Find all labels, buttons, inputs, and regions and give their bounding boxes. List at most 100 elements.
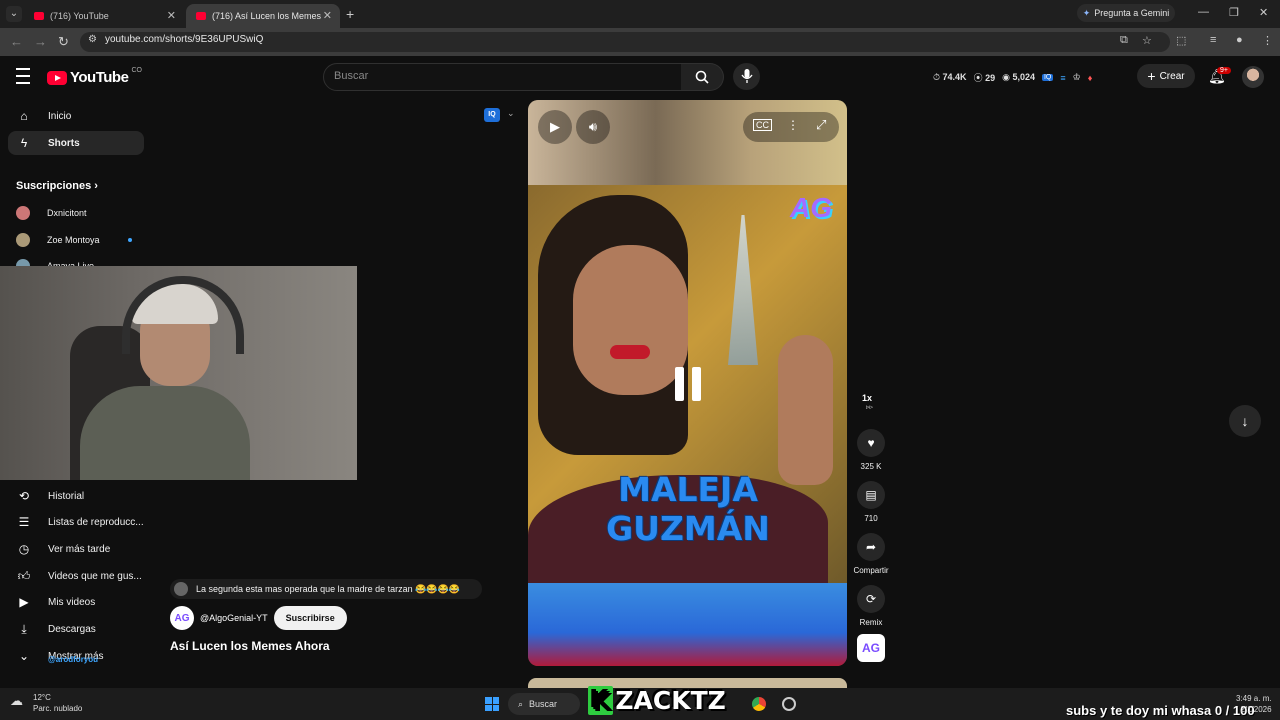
reading-list-icon[interactable]: ≡ xyxy=(1210,34,1216,46)
subscriptions-heading[interactable]: Suscripciones › xyxy=(16,180,98,192)
remix-button[interactable]: ⟳ xyxy=(857,585,885,613)
search-button[interactable] xyxy=(681,63,724,91)
create-button[interactable]: + Crear xyxy=(1137,64,1195,88)
chrome-icon[interactable] xyxy=(752,697,766,711)
weather-widget[interactable]: ☁ 12°C Parc. nublado xyxy=(10,692,82,714)
iq-extension-icon[interactable]: IQ xyxy=(1041,74,1054,81)
taskbar-search[interactable]: ⌕ Buscar xyxy=(508,693,580,715)
video-title[interactable]: Así Lucen los Memes Ahora xyxy=(170,639,330,653)
tab-search-icon[interactable]: ⌄ xyxy=(6,6,22,22)
heart-icon: ♥ xyxy=(867,436,875,450)
profile-icon[interactable]: ● xyxy=(1236,34,1243,46)
history-icon: ⟲ xyxy=(18,489,30,503)
extension-stats: ⏱ 74.4K ⦿ 29 ◉ 5,024 IQ ≡ ♔ ♦ xyxy=(933,71,1092,84)
subject-lips xyxy=(610,345,650,359)
sound-thumbnail[interactable]: AG xyxy=(857,634,885,662)
player-controls-group: CC ⋮ ⤢ xyxy=(743,112,839,142)
back-icon[interactable]: ← xyxy=(10,34,23,49)
share-button[interactable]: ➦ xyxy=(857,533,885,561)
playback-speed[interactable]: 1x xyxy=(862,393,872,403)
sidebar-item-descargas[interactable]: ⤓ Descargas xyxy=(8,617,144,641)
weather-desc: Parc. nublado xyxy=(33,704,83,713)
chevron-down-icon: ⌄ xyxy=(18,649,30,663)
sidebar-item-label: Descargas xyxy=(48,623,96,635)
subject-face xyxy=(573,245,688,395)
comments-button[interactable]: ▤ xyxy=(857,481,885,509)
k-logo-icon: K xyxy=(588,686,614,715)
youtube-logo[interactable]: YouTube CO xyxy=(47,67,142,86)
trophy-icon[interactable]: ♔ xyxy=(1073,72,1081,83)
minimize-icon[interactable]: — xyxy=(1198,6,1209,18)
overlay-username: @arodforyou xyxy=(48,655,99,664)
chevron-down-icon[interactable]: ⌄ xyxy=(507,108,515,119)
bookmark-star-icon[interactable]: ☆ xyxy=(1142,34,1152,47)
url-text[interactable]: youtube.com/shorts/9E36UPUSwiQ xyxy=(105,34,263,45)
system-clock[interactable]: 3:49 a. m. 2/1/2026 xyxy=(1236,693,1272,715)
gemini-button[interactable]: ✦ Pregunta a Gemini xyxy=(1077,4,1175,22)
tab-youtube[interactable]: (716) YouTube ✕ xyxy=(24,4,184,28)
channel-avatar[interactable]: AG xyxy=(170,606,194,630)
create-label: Crear xyxy=(1159,70,1185,82)
close-tab-icon[interactable]: ✕ xyxy=(167,9,176,22)
gemini-icon: ✦ xyxy=(1082,7,1091,18)
logo-text: YouTube xyxy=(70,69,129,86)
weather-icon: ☁ xyxy=(10,693,23,708)
maximize-icon[interactable]: ❐ xyxy=(1229,6,1239,19)
forward-icon[interactable]: → xyxy=(34,34,47,49)
youtube-favicon-icon xyxy=(196,12,206,20)
webcam-overlay xyxy=(0,266,357,480)
subscription-item[interactable]: Dxnicitont xyxy=(16,206,87,220)
site-info-icon[interactable]: ⚙ xyxy=(88,34,97,45)
sidebar-item-historial[interactable]: ⟲ Historial xyxy=(8,484,144,508)
play-button[interactable]: ▶ xyxy=(538,110,572,144)
channel-name[interactable]: @AlgoGenial-YT xyxy=(200,613,268,623)
new-tab-icon[interactable]: + xyxy=(346,6,354,22)
sidebar-item-mis-videos[interactable]: ▶ Mis videos xyxy=(8,590,144,614)
plus-icon: + xyxy=(1147,68,1156,84)
search-input[interactable] xyxy=(323,63,683,91)
sidebar-item-ver-mas-tarde[interactable]: ◷ Ver más tarde xyxy=(8,537,144,561)
windows-start-icon[interactable] xyxy=(485,697,499,711)
install-icon[interactable]: ⧉ xyxy=(1120,34,1128,47)
next-video-button[interactable]: ↓ xyxy=(1229,405,1261,437)
tab-shorts[interactable]: (716) Así Lucen los Memes ✕ xyxy=(186,4,340,28)
subscribe-button[interactable]: Suscribirse xyxy=(273,606,347,630)
menu-icon[interactable] xyxy=(16,68,30,84)
sidebar-item-shorts[interactable]: ϟ Shorts xyxy=(8,131,144,155)
close-window-icon[interactable]: ✕ xyxy=(1259,6,1268,19)
sidebar-item-label: Videos que me gus... xyxy=(48,570,142,582)
comment-preview[interactable]: La segunda esta mas operada que la madre… xyxy=(170,579,482,599)
sidebar-item-videos-me-gustan[interactable]: 👍︎ Videos que me gus... xyxy=(8,564,144,588)
alert-icon[interactable]: ♦ xyxy=(1088,73,1093,83)
subscription-label: Zoe Montoya xyxy=(47,235,100,245)
play-icon: ▶ xyxy=(550,119,560,134)
like-button[interactable]: ♥ xyxy=(857,429,885,457)
pause-icon[interactable] xyxy=(675,367,701,401)
watching-stat: ◉ 5,024 xyxy=(1002,72,1035,82)
volume-icon: 🔊︎ xyxy=(588,119,598,134)
subscription-item[interactable]: Zoe Montoya xyxy=(16,233,100,247)
volume-button[interactable]: 🔊︎ xyxy=(576,110,610,144)
sidebar-item-label: Ver más tarde xyxy=(48,543,111,555)
captions-icon[interactable]: CC xyxy=(753,119,772,131)
voice-search-button[interactable] xyxy=(733,63,760,90)
eiffel-tower-decor xyxy=(728,215,758,365)
chrome-menu-icon[interactable]: ⋮ xyxy=(1262,34,1273,47)
clock-time: 3:49 a. m. xyxy=(1236,694,1272,703)
fullscreen-icon[interactable]: ⤢ xyxy=(816,117,826,133)
taskbar-search-label: Buscar xyxy=(529,699,558,709)
reload-icon[interactable]: ↻ xyxy=(58,34,69,50)
close-tab-icon[interactable]: ✕ xyxy=(323,9,332,22)
obs-icon[interactable] xyxy=(782,697,796,711)
extensions-icon[interactable]: ⬚ xyxy=(1176,34,1186,47)
notification-badge: 9+ xyxy=(1217,67,1231,74)
sidebar-item-inicio[interactable]: ⌂ Inicio xyxy=(8,104,144,128)
more-options-icon[interactable]: ⋮ xyxy=(787,118,799,132)
account-avatar[interactable] xyxy=(1242,66,1264,88)
list-extension-icon[interactable]: ≡ xyxy=(1060,73,1065,83)
shorts-player[interactable]: AG MALEJA GUZMÁN ▶ 🔊︎ CC ⋮ ⤢ xyxy=(528,100,847,666)
iq-extension-icon[interactable]: IQ xyxy=(484,108,500,122)
channel-avatar xyxy=(16,233,30,247)
sidebar-item-listas[interactable]: ☰ Listas de reproducc... xyxy=(8,510,144,534)
channel-watermark-logo: AG xyxy=(790,192,832,223)
